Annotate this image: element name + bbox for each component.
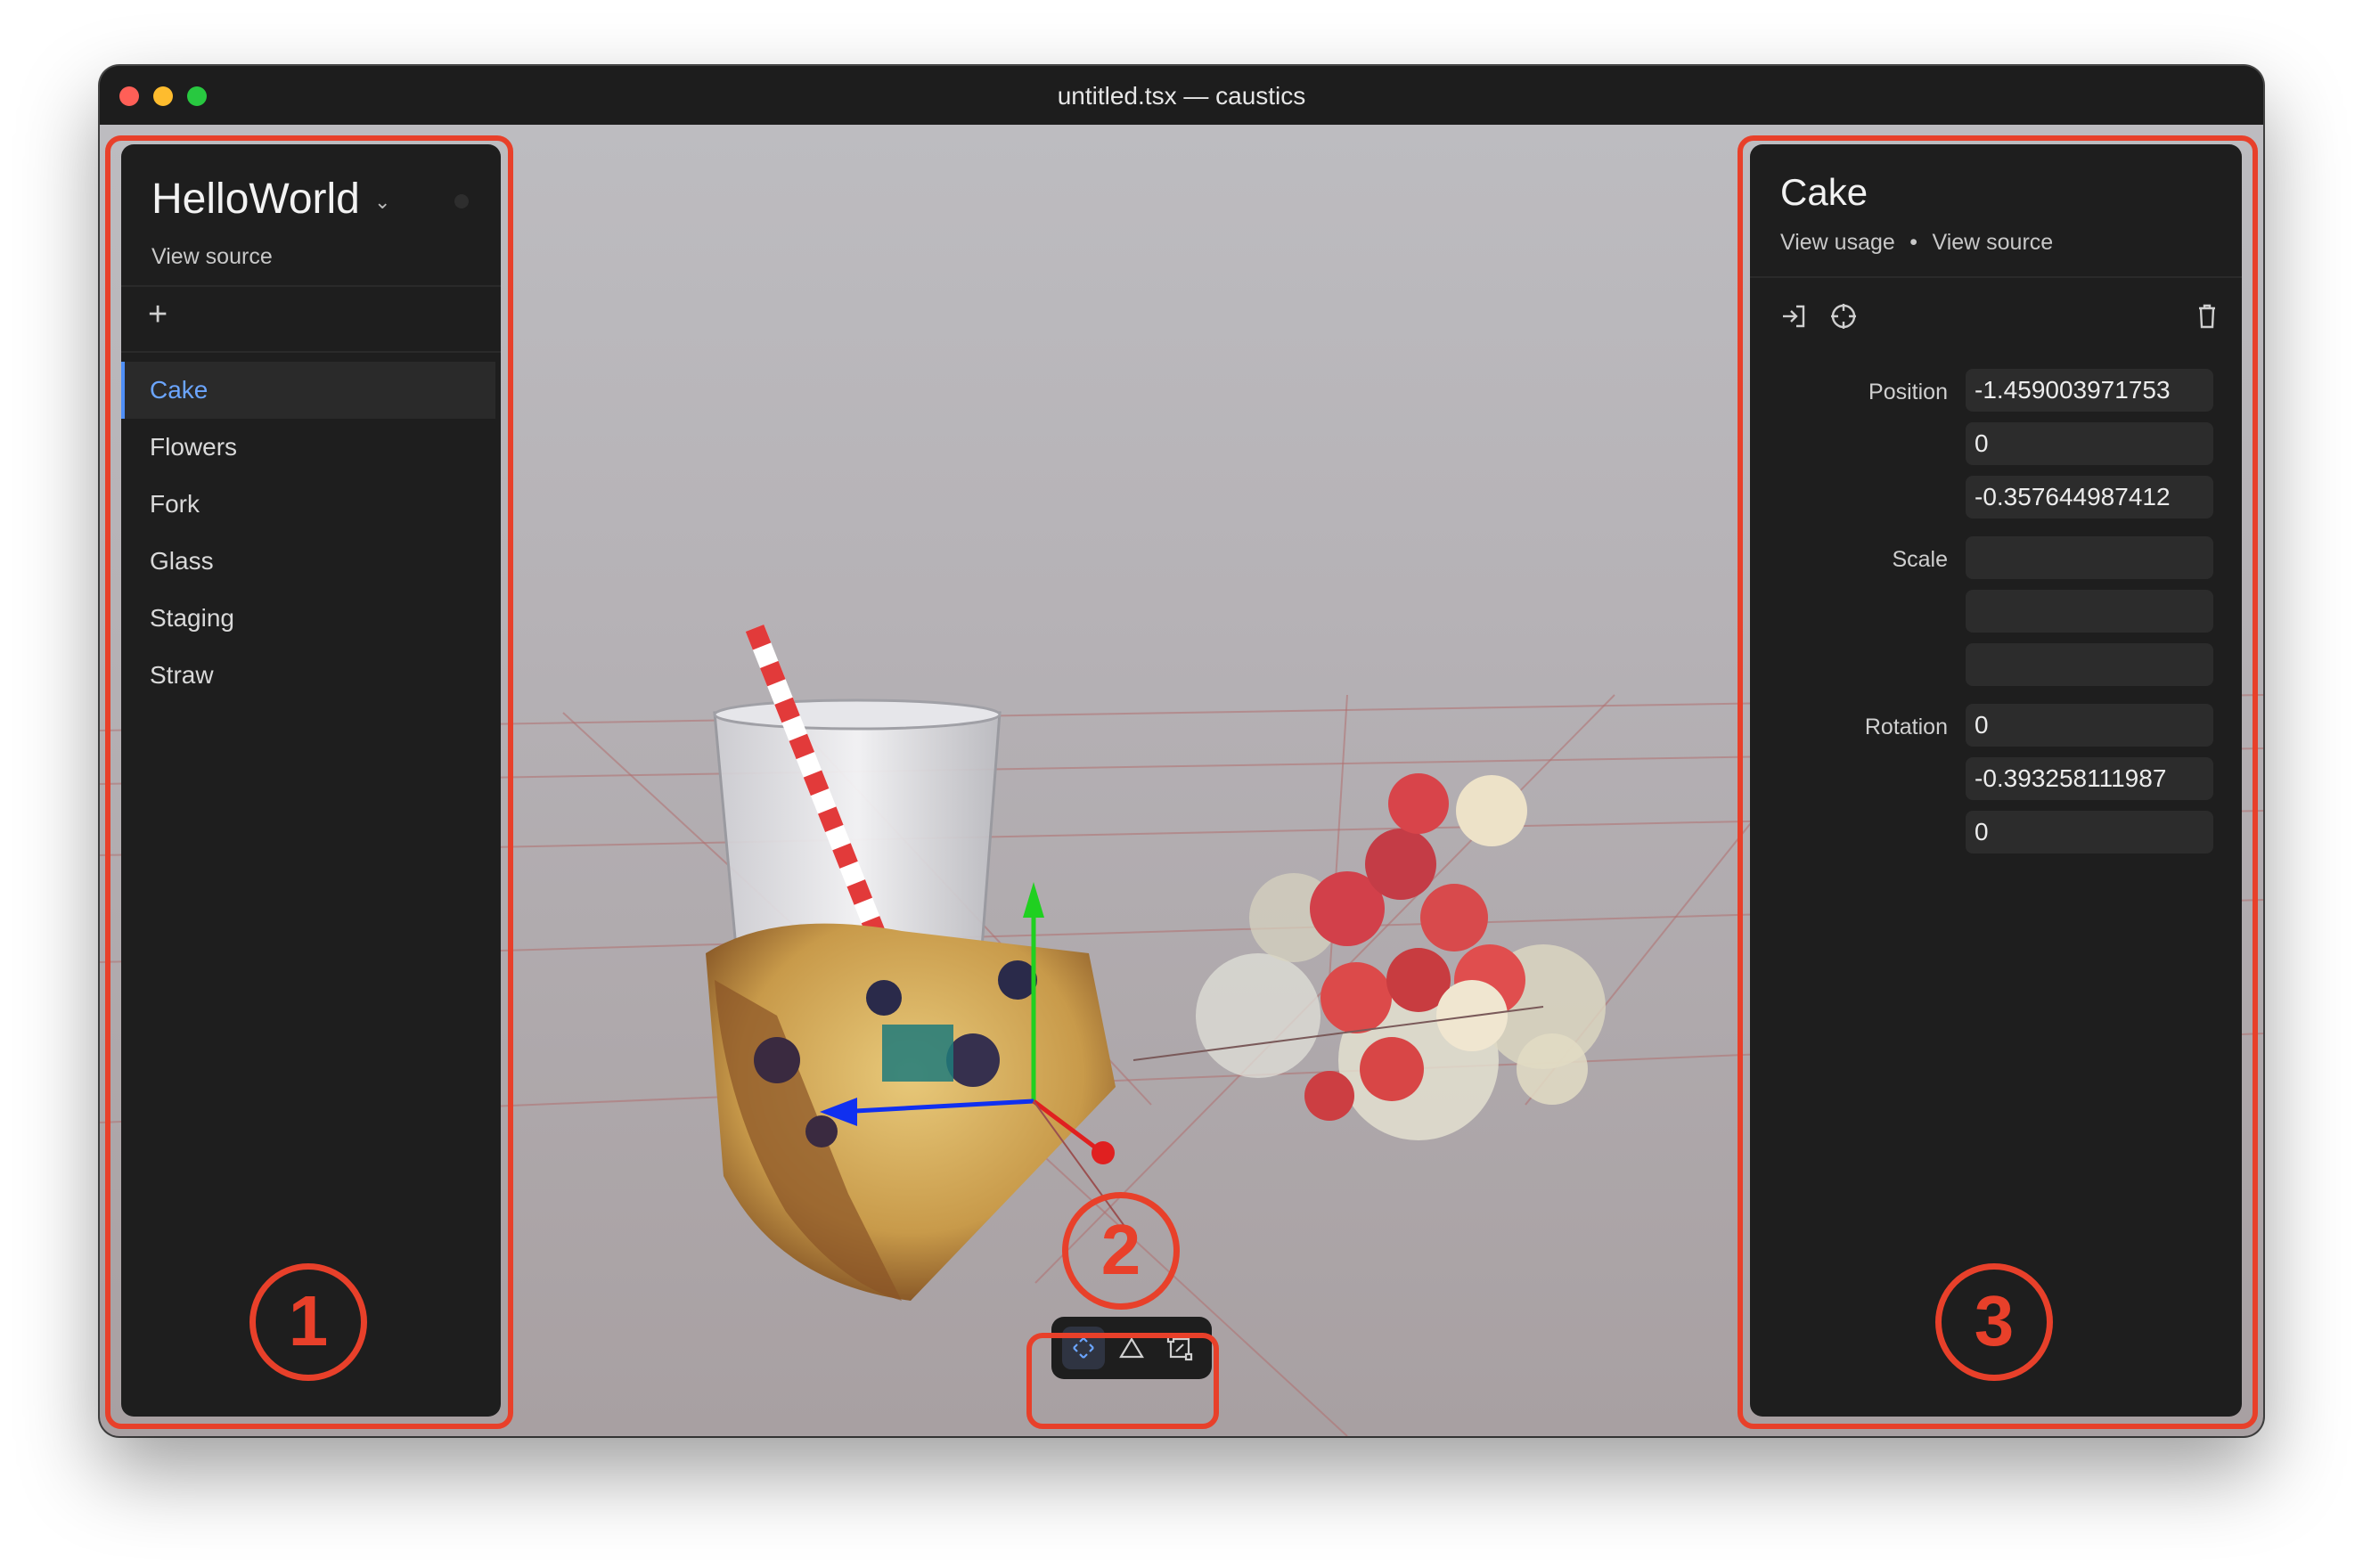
window-title: untitled.tsx — caustics [1057, 82, 1306, 110]
callout-number-1: 1 [249, 1263, 367, 1381]
callout-number-3: 3 [1935, 1263, 2053, 1381]
cake-model[interactable] [706, 923, 1116, 1301]
callout-box-inspector [1738, 135, 2258, 1429]
callout-number-2: 2 [1062, 1192, 1180, 1310]
title-bar: untitled.tsx — caustics [100, 66, 2263, 125]
callout-box-toolbar [1026, 1333, 1219, 1429]
callout-box-sidebar [105, 135, 513, 1429]
